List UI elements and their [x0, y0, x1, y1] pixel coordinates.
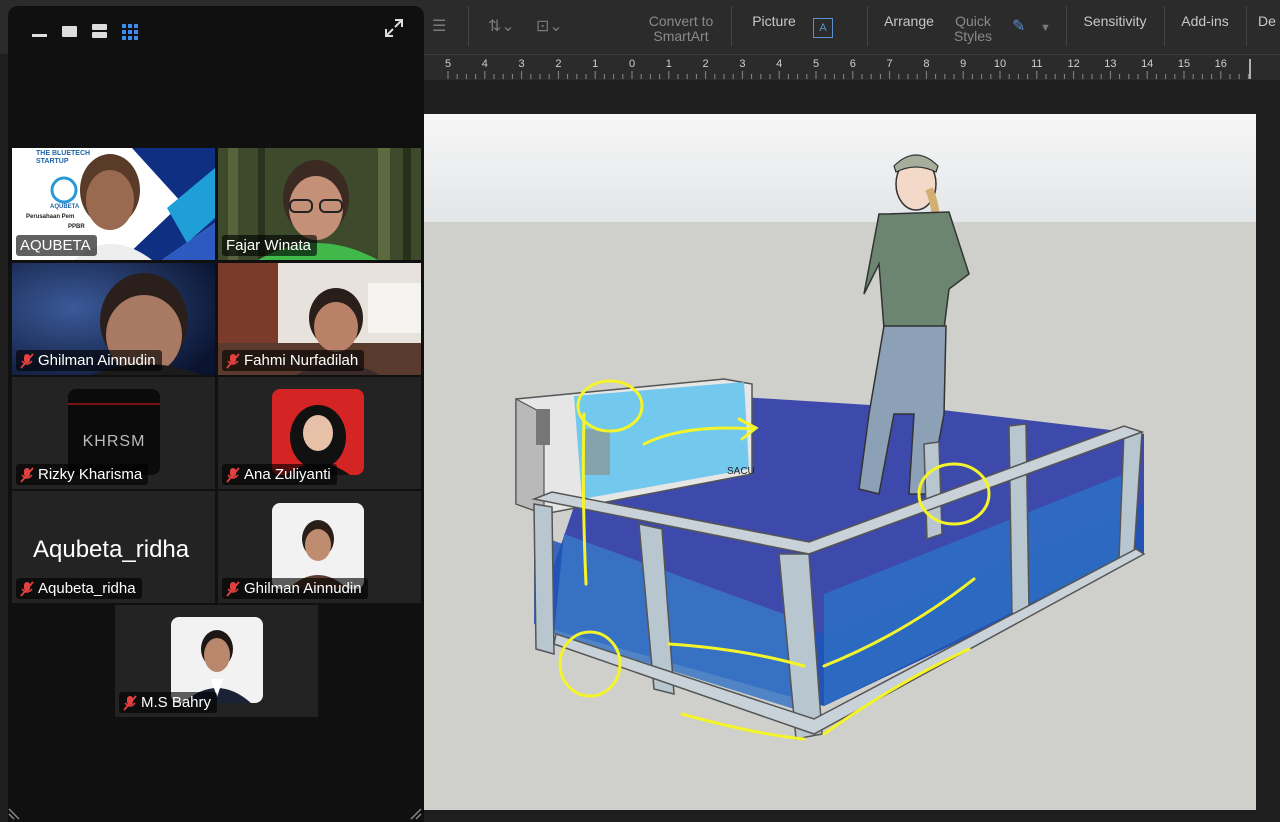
ribbon-separator — [731, 6, 732, 46]
ruler-tick-label: 5 — [445, 58, 451, 70]
ruler-tick-label: 10 — [994, 58, 1006, 70]
resize-handle-icon[interactable] — [8, 808, 20, 820]
ruler-tick-label: 4 — [482, 58, 488, 70]
participant-avatar — [272, 389, 364, 475]
ruler-tick-label: 15 — [1178, 58, 1190, 70]
muted-microphone-icon — [20, 580, 34, 597]
avatar-logo-text: KHRSM — [82, 433, 146, 450]
participant-name: Ghilman Ainnudin — [16, 350, 162, 371]
text-box-icon[interactable]: A — [813, 18, 833, 38]
ruler-ticks: 5 4 3 2 1 0 1 2 3 4 5 6 7 8 9 10 11 12 13 14 15 16 — [445, 58, 1251, 79]
participant-name: M.S Bahry — [119, 692, 218, 713]
ribbon-separator — [1164, 6, 1165, 46]
minimize-view-icon[interactable] — [32, 22, 48, 42]
ribbon-separator — [867, 6, 868, 46]
designer-button[interactable]: De — [1258, 14, 1280, 29]
participant-name: Fahmi Nurfadilah — [222, 350, 365, 371]
quick-styles-button[interactable]: Quick Styles — [946, 14, 1000, 44]
text-direction-icon[interactable]: ⇅⌄ — [488, 16, 515, 36]
participant-name: Fajar Winata — [222, 235, 318, 256]
ribbon-separator — [1246, 6, 1247, 46]
company-text: Perusahaan Pem — [26, 214, 75, 220]
muted-microphone-icon — [20, 466, 34, 483]
ruler-tick-label: 6 — [850, 58, 856, 70]
horizontal-ruler: 5 4 3 2 1 0 1 2 3 4 5 6 7 8 9 10 11 12 13 14 15 16 — [424, 54, 1280, 81]
muted-microphone-icon — [226, 580, 240, 597]
participant-name: Rizky Kharisma — [16, 464, 149, 485]
ruler-tick-label: 2 — [703, 58, 709, 70]
ruler-tick-label: 3 — [739, 58, 745, 70]
participant-avatar — [171, 617, 263, 703]
align-text-icon[interactable]: ☰ — [432, 16, 446, 36]
ruler-tick-label: 1 — [592, 58, 598, 70]
video-tile-fahmi-nurfadilah[interactable]: Fahmi Nurfadilah — [218, 263, 421, 375]
startup-tagline: THE BLUETECH STARTUP — [36, 150, 91, 165]
video-tile-fajar-winata[interactable]: Fajar Winata — [218, 148, 421, 260]
video-tile-aqubeta[interactable]: THE BLUETECH STARTUP AQUBETA Perusahaan … — [12, 148, 215, 260]
video-tile-ms-bahry[interactable]: M.S Bahry — [115, 605, 318, 717]
ribbon-separator — [1066, 6, 1067, 46]
participant-name: Aqubeta_ridha — [16, 578, 142, 599]
ribbon-separator — [468, 6, 469, 46]
video-tile-rizky-kharisma[interactable]: KHRSM Rizky Kharisma — [12, 377, 215, 489]
speaker-view-icon[interactable] — [62, 22, 78, 42]
add-ins-button[interactable]: Add-ins — [1174, 14, 1236, 29]
ruler-tick-label: 9 — [960, 58, 966, 70]
arrange-button[interactable]: Arrange — [880, 14, 938, 29]
ruler-tick-label: 14 — [1141, 58, 1153, 70]
ruler-tick-label: 16 — [1215, 58, 1227, 70]
muted-microphone-icon — [123, 694, 137, 711]
video-tile-ana-zuliyanti[interactable]: Ana Zuliyanti — [218, 377, 421, 489]
stacked-view-icon[interactable] — [92, 22, 108, 42]
fullscreen-icon[interactable] — [384, 18, 404, 38]
resize-handle-icon[interactable] — [410, 808, 422, 820]
ruler-tick-label: 12 — [1067, 58, 1079, 70]
ruler-tick-label: 0 — [629, 58, 635, 70]
aquaculture-tank-render: SACU — [515, 154, 1146, 741]
participant-name: Ana Zuliyanti — [222, 464, 337, 485]
participant-name: AQUBETA — [16, 235, 97, 256]
muted-microphone-icon — [226, 466, 240, 483]
muted-microphone-icon — [20, 352, 34, 369]
brand-logo-text: AQUBETA — [50, 204, 80, 210]
ruler-tick-label: 4 — [776, 58, 782, 70]
ruler-tick-label: 5 — [813, 58, 819, 70]
tank-label: SACU — [727, 466, 755, 477]
chevron-down-icon[interactable]: ▼ — [1040, 22, 1051, 34]
picture-button[interactable]: Picture — [748, 14, 800, 29]
participant-placeholder-name: Aqubeta_ridha — [33, 536, 190, 563]
video-meeting-panel: THE BLUETECH STARTUP AQUBETA Perusahaan … — [8, 6, 424, 822]
shape-outline-icon[interactable]: ✎ — [1012, 16, 1025, 36]
muted-microphone-icon — [226, 352, 240, 369]
participant-avatar — [272, 503, 364, 589]
ruler-tick-label: 7 — [887, 58, 893, 70]
video-tile-ghilman-ainnudin[interactable]: Ghilman Ainnudin — [12, 263, 215, 375]
ruler-tick-label: 11 — [1031, 58, 1042, 70]
gallery-view-icon[interactable] — [122, 22, 140, 42]
slide[interactable]: SACU — [424, 114, 1256, 810]
company-code: PPBR — [68, 224, 85, 230]
ruler-tick-label: 2 — [555, 58, 561, 70]
participant-name: Ghilman Ainnudin — [222, 578, 368, 599]
video-tile-ghilman-ainnudin-photo[interactable]: Ghilman Ainnudin — [218, 491, 421, 603]
ruler-tick-label: 8 — [923, 58, 929, 70]
convert-to-smartart-button[interactable]: Convert to SmartArt — [640, 14, 722, 44]
slide-canvas: SACU — [424, 80, 1280, 822]
video-tile-aqubeta-ridha[interactable]: Aqubeta_ridha Aqubeta_ridha — [12, 491, 215, 603]
participant-avatar: KHRSM — [68, 389, 160, 475]
ruler-tick-label: 1 — [666, 58, 672, 70]
ruler-tick-label: 3 — [519, 58, 525, 70]
align-icon[interactable]: ⊡⌄ — [536, 16, 563, 36]
ruler-tick-label: 13 — [1104, 58, 1116, 70]
sensitivity-button[interactable]: Sensitivity — [1076, 14, 1154, 29]
